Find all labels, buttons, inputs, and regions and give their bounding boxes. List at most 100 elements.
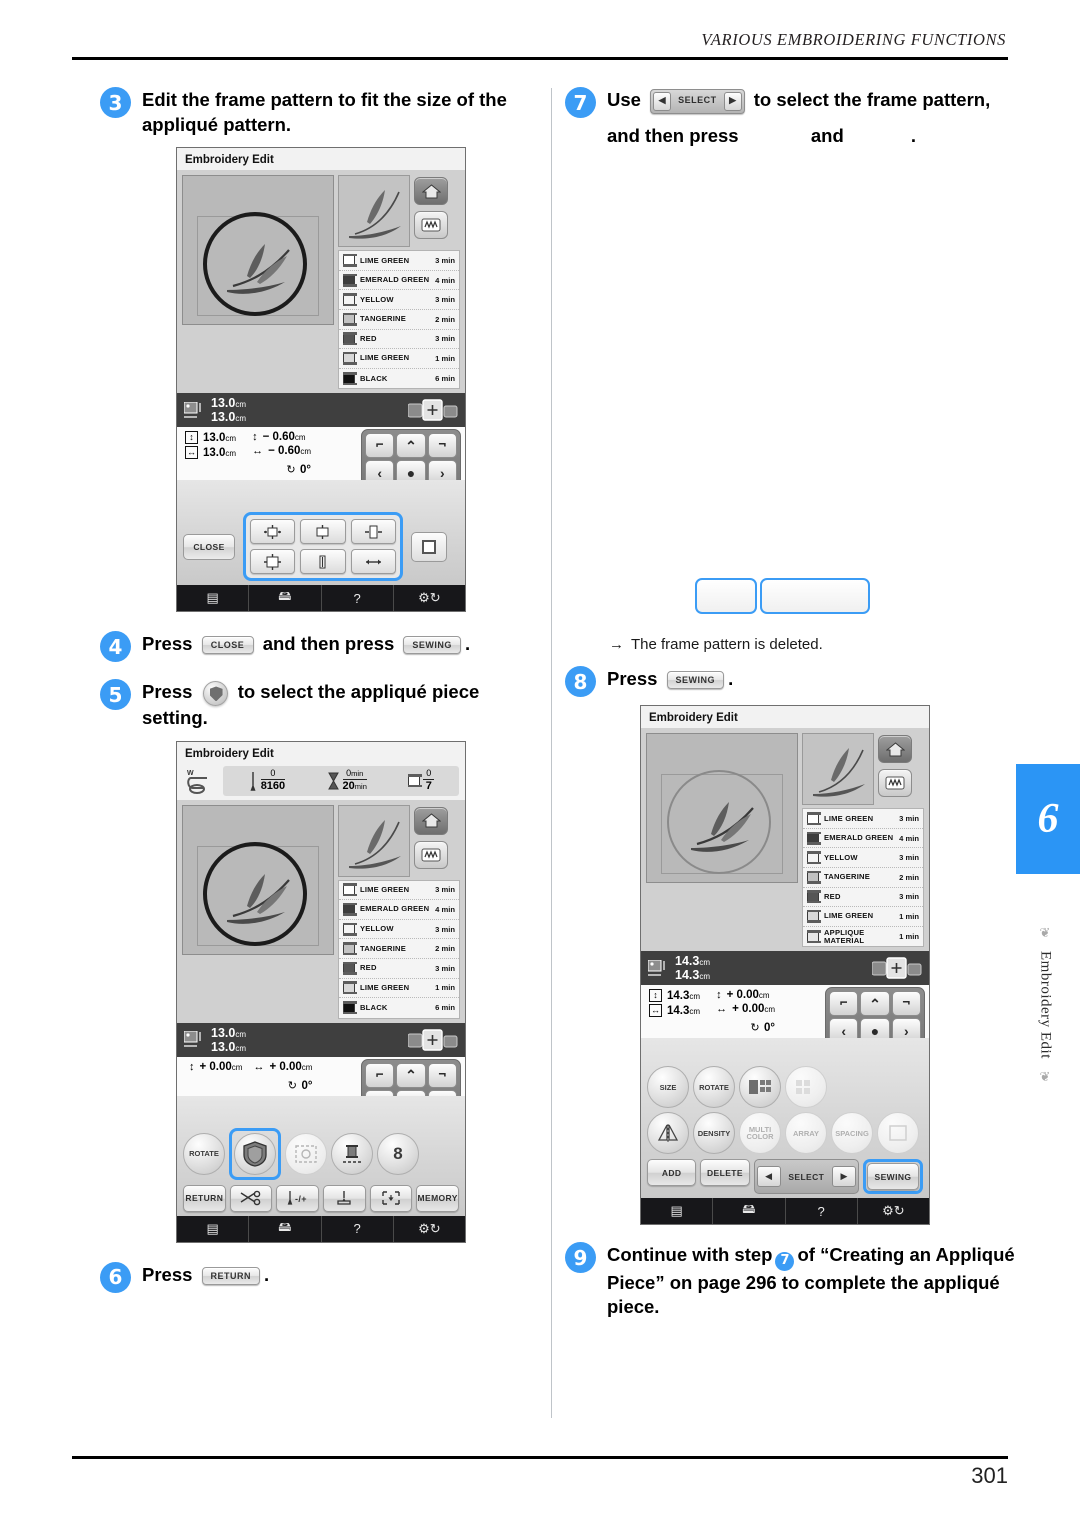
tab-help-icon[interactable]: ? <box>322 1215 394 1242</box>
pattern-preview-small[interactable] <box>338 804 410 877</box>
array-layout-button[interactable] <box>785 1066 827 1109</box>
thread-row[interactable]: RED 3 min <box>339 959 459 979</box>
thread-count-button[interactable]: 8 <box>377 1132 419 1175</box>
tab-machine-icon[interactable]: 🖴 <box>249 1215 322 1242</box>
rotate-button[interactable]: ROTATE <box>183 1132 225 1175</box>
tab-help-icon[interactable]: ? <box>322 585 394 612</box>
border-button[interactable] <box>285 1132 327 1175</box>
sewing-key-glyph[interactable]: SEWING <box>403 636 461 655</box>
size-vertical-shorter-button[interactable] <box>300 519 346 545</box>
thread-row[interactable]: BLACK 6 min <box>339 998 459 1018</box>
size-proportional-larger-button[interactable] <box>250 519 296 545</box>
select-next-arrow-icon[interactable]: ▶ <box>723 91 742 111</box>
applique-key-glyph[interactable] <box>202 680 228 706</box>
thread-row[interactable]: LIME GREEN 3 min <box>803 809 923 829</box>
thread-color-list[interactable]: LIME GREEN 3 min EMERALD GREEN 4 min YEL… <box>338 879 460 1019</box>
screen1-tabbar[interactable]: ▤ 🖴 ? ⚙↻ <box>177 585 465 612</box>
size-horizontal-narrower-button[interactable] <box>350 549 396 575</box>
move-top-left-button[interactable]: ⌐ <box>829 991 859 1017</box>
screen3-tabbar[interactable]: ▤ 🖴 ? ⚙↻ <box>641 1198 929 1225</box>
move-up-button[interactable]: ⌃ <box>396 433 426 459</box>
needle-down-button[interactable] <box>323 1184 366 1212</box>
multi-color-button[interactable]: MULTI COLOR <box>739 1112 781 1155</box>
pattern-preview-large[interactable] <box>182 804 334 955</box>
thread-row[interactable]: EMERALD GREEN 4 min <box>339 900 459 920</box>
machine-screen-applique-result[interactable]: Embroidery Edit LIME GREEN 3 min EMERALD… <box>640 705 930 1226</box>
return-key-glyph[interactable]: RETURN <box>201 1266 261 1285</box>
frame-button[interactable] <box>877 1112 919 1155</box>
pattern-preview-large[interactable] <box>646 733 798 884</box>
blank-key-ok[interactable] <box>760 578 870 615</box>
thread-row[interactable]: APPLIQUE MATERIAL 1 min <box>803 927 923 947</box>
rotate-button[interactable]: ROTATE <box>693 1066 735 1109</box>
tab-list-icon[interactable]: ▤ <box>641 1198 714 1225</box>
memory-button[interactable]: MEMORY <box>416 1184 460 1212</box>
thread-row[interactable]: YELLOW 3 min <box>803 848 923 868</box>
layout-button[interactable] <box>411 531 447 562</box>
thread-color-list[interactable]: LIME GREEN 3 min EMERALD GREEN 4 min YEL… <box>802 808 924 948</box>
hoop-selection-icon[interactable] <box>872 956 922 980</box>
sewing-key-glyph[interactable]: SEWING <box>666 671 725 690</box>
sewing-button[interactable]: SEWING <box>866 1163 919 1191</box>
stitch-preview-icon[interactable] <box>414 840 448 869</box>
blank-key-delete[interactable] <box>695 578 757 615</box>
thread-row[interactable]: LIME GREEN 1 min <box>339 979 459 999</box>
machine-screen-edit-size[interactable]: Embroidery Edit LIME GREEN 3 min EMERALD… <box>176 147 466 613</box>
size-horizontal-wider-button[interactable] <box>350 519 396 545</box>
density-button[interactable]: DENSITY <box>693 1112 735 1155</box>
thread-row[interactable]: TANGERINE 2 min <box>803 868 923 888</box>
move-top-right-button[interactable]: ¬ <box>891 991 921 1017</box>
trial-button[interactable] <box>369 1184 413 1212</box>
border-button[interactable] <box>739 1066 781 1109</box>
move-top-left-button[interactable]: ⌐ <box>365 433 395 459</box>
return-button[interactable]: RETURN <box>183 1184 226 1212</box>
screen2-tabbar[interactable]: ▤ 🖴 ? ⚙↻ <box>177 1215 465 1242</box>
pattern-preview-large[interactable] <box>182 175 334 326</box>
pattern-preview-small[interactable] <box>802 733 874 806</box>
size-vertical-taller-button[interactable] <box>300 549 346 575</box>
hoop-selection-icon[interactable] <box>408 398 458 422</box>
array-button[interactable]: ARRAY <box>785 1112 827 1155</box>
thread-row[interactable]: EMERALD GREEN 4 min <box>339 271 459 291</box>
thread-mark-button[interactable] <box>331 1132 373 1175</box>
move-top-right-button[interactable]: ¬ <box>427 433 457 459</box>
tab-needle-icon[interactable]: ⚙↻ <box>394 1216 465 1242</box>
add-button[interactable]: ADD <box>647 1159 697 1187</box>
select-prev-arrow-icon[interactable]: ◀ <box>653 91 672 111</box>
home-icon[interactable] <box>878 735 912 764</box>
move-up-button[interactable]: ⌃ <box>860 991 890 1017</box>
thread-row[interactable]: RED 3 min <box>803 888 923 908</box>
thread-row[interactable]: RED 3 min <box>339 330 459 350</box>
move-top-right-button[interactable]: ¬ <box>427 1062 457 1088</box>
hoop-selection-icon[interactable] <box>408 1028 458 1052</box>
stitch-preview-icon[interactable] <box>414 211 448 240</box>
size-button[interactable]: SIZE <box>647 1066 689 1109</box>
pattern-preview-small[interactable] <box>338 175 410 248</box>
tab-list-icon[interactable]: ▤ <box>177 1215 250 1242</box>
thread-cut-button[interactable] <box>229 1184 273 1212</box>
delete-button[interactable]: DELETE <box>700 1159 750 1187</box>
tab-list-icon[interactable]: ▤ <box>177 585 250 612</box>
thread-row[interactable]: YELLOW 3 min <box>339 290 459 310</box>
thread-row[interactable]: YELLOW 3 min <box>339 920 459 940</box>
spacing-button[interactable]: SPACING <box>831 1112 873 1155</box>
machine-screen-applique-select[interactable]: Embroidery Edit W 0 8160 0min 20min 0 7 … <box>176 740 466 1243</box>
select-prev-arrow-icon[interactable]: ◀ <box>756 1166 781 1188</box>
size-adjust-popup[interactable] <box>243 512 403 582</box>
select-key-glyph[interactable]: ◀ SELECT ▶ <box>650 88 745 114</box>
thread-row[interactable]: LIME GREEN 3 min <box>339 251 459 271</box>
select-next-arrow-icon[interactable]: ▶ <box>831 1166 856 1188</box>
home-icon[interactable] <box>414 806 448 835</box>
tab-machine-icon[interactable]: 🖴 <box>249 585 322 612</box>
tab-machine-icon[interactable]: 🖴 <box>713 1198 786 1225</box>
stitch-preview-icon[interactable] <box>878 769 912 798</box>
needle-position-button[interactable]: -/+ <box>276 1184 320 1212</box>
mirror-button[interactable] <box>647 1112 689 1155</box>
thread-color-list[interactable]: LIME GREEN 3 min EMERALD GREEN 4 min YEL… <box>338 250 460 390</box>
thread-row[interactable]: LIME GREEN 1 min <box>339 349 459 369</box>
close-key-glyph[interactable]: CLOSE <box>201 636 254 655</box>
thread-row[interactable]: EMERALD GREEN 4 min <box>803 829 923 849</box>
thread-row[interactable]: LIME GREEN 3 min <box>339 881 459 901</box>
applique-piece-button[interactable] <box>234 1132 276 1175</box>
thread-row[interactable]: TANGERINE 2 min <box>339 310 459 330</box>
